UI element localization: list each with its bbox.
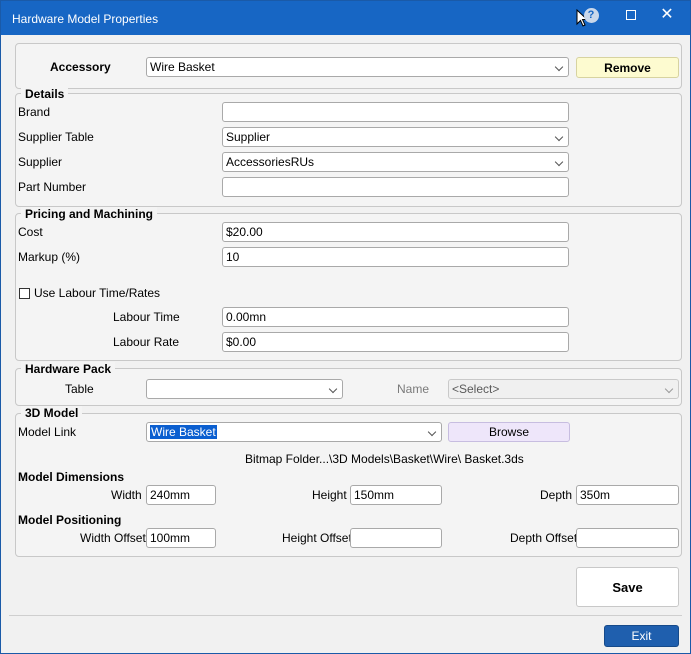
- maximize-icon: [626, 10, 636, 20]
- close-icon: ✕: [660, 6, 674, 23]
- chevron-down-icon: [554, 132, 564, 142]
- labour-checkbox-label: Use Labour Time/Rates: [34, 286, 161, 300]
- remove-button[interactable]: Remove: [576, 57, 679, 78]
- footer-divider: [9, 615, 682, 616]
- labour-time-label: Labour Time: [113, 310, 180, 324]
- width-offset-input[interactable]: 100mm: [146, 528, 216, 548]
- model-link-value: Wire Basket: [150, 425, 217, 439]
- supplier-dropdown[interactable]: AccessoriesRUs: [222, 152, 569, 172]
- table-dropdown[interactable]: [146, 379, 343, 399]
- depth-label: Depth: [540, 488, 573, 502]
- close-button[interactable]: ✕: [650, 1, 684, 29]
- model-positioning-title: Model Positioning: [18, 513, 122, 527]
- model-dimensions-title: Model Dimensions: [18, 470, 125, 484]
- details-title: Details: [21, 87, 69, 101]
- supplier-table-value: Supplier: [226, 130, 271, 144]
- table-label: Table: [65, 382, 94, 396]
- part-number-input[interactable]: [222, 177, 569, 197]
- chevron-down-icon: [664, 384, 674, 394]
- depth-input[interactable]: 350m: [576, 485, 679, 505]
- labour-time-input[interactable]: 0.00mn: [222, 307, 569, 327]
- part-number-label: Part Number: [18, 180, 87, 194]
- chevron-down-icon: [554, 157, 564, 167]
- accessory-value: Wire Basket: [150, 60, 215, 74]
- save-button[interactable]: Save: [576, 567, 679, 607]
- dialog-window: Hardware Model Properties ? ✕ Accessory …: [0, 0, 691, 654]
- height-offset-label: Height Offset: [282, 531, 352, 545]
- help-button[interactable]: ?: [574, 1, 608, 29]
- help-icon: ?: [583, 7, 599, 23]
- labour-checkbox[interactable]: [19, 288, 30, 299]
- model-link-dropdown[interactable]: Wire Basket: [146, 422, 442, 442]
- model3d-title: 3D Model: [21, 406, 83, 420]
- exit-button[interactable]: Exit: [604, 625, 679, 647]
- height-label: Height: [312, 488, 347, 502]
- cost-input[interactable]: $20.00: [222, 222, 569, 242]
- depth-offset-input[interactable]: [576, 528, 679, 548]
- accessory-dropdown[interactable]: Wire Basket: [146, 57, 569, 77]
- labour-rate-input[interactable]: $0.00: [222, 332, 569, 352]
- model-path-text: Bitmap Folder...\3D Models\Basket\Wire\ …: [245, 452, 524, 466]
- supplier-table-dropdown[interactable]: Supplier: [222, 127, 569, 147]
- depth-offset-label: Depth Offset: [510, 531, 578, 545]
- name-label: Name: [397, 382, 430, 396]
- chevron-down-icon: [427, 427, 437, 437]
- name-value: <Select>: [452, 382, 500, 396]
- width-label: Width: [111, 488, 142, 502]
- height-offset-input[interactable]: [350, 528, 442, 548]
- accessory-label: Accessory: [50, 60, 111, 74]
- hardware-pack-title: Hardware Pack: [21, 362, 116, 376]
- pricing-title: Pricing and Machining: [21, 207, 158, 221]
- browse-button[interactable]: Browse: [448, 422, 570, 442]
- brand-input[interactable]: [222, 102, 569, 122]
- supplier-table-label: Supplier Table: [18, 130, 94, 144]
- title-bar: Hardware Model Properties ? ✕: [1, 1, 690, 35]
- cost-label: Cost: [18, 225, 43, 239]
- model-link-label: Model Link: [18, 425, 77, 439]
- width-input[interactable]: 240mm: [146, 485, 216, 505]
- height-input[interactable]: 150mm: [350, 485, 442, 505]
- chevron-down-icon: [554, 62, 564, 72]
- supplier-label: Supplier: [18, 155, 63, 169]
- labour-rate-label: Labour Rate: [113, 335, 180, 349]
- maximize-button[interactable]: [614, 1, 648, 29]
- brand-label: Brand: [18, 105, 51, 119]
- markup-label: Markup (%): [18, 250, 81, 264]
- name-dropdown[interactable]: <Select>: [448, 379, 679, 399]
- markup-input[interactable]: 10: [222, 247, 569, 267]
- width-offset-label: Width Offset: [80, 531, 146, 545]
- window-title: Hardware Model Properties: [12, 12, 159, 26]
- supplier-value: AccessoriesRUs: [226, 155, 315, 169]
- chevron-down-icon: [328, 384, 338, 394]
